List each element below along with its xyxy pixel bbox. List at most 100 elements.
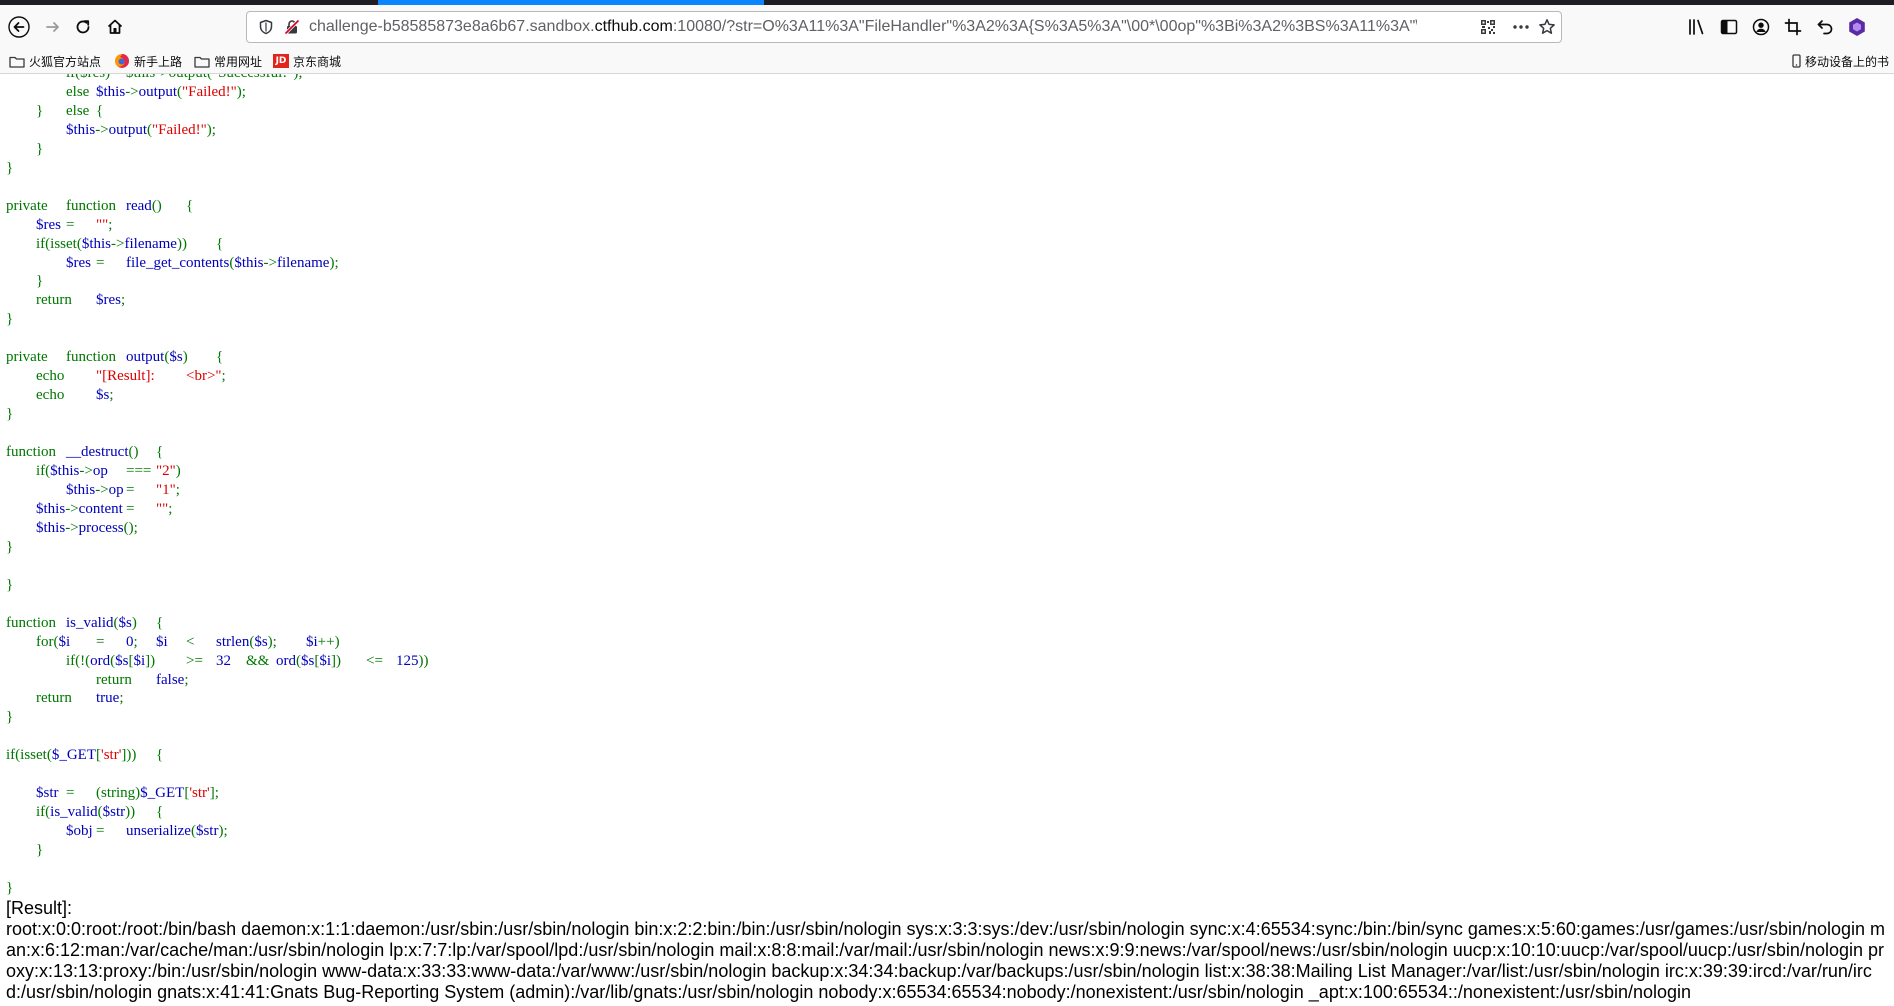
code-line: function __destruct() { — [6, 444, 163, 460]
code-token: "Failed!" — [182, 83, 237, 100]
code-token: is_valid — [50, 804, 98, 821]
code-token: )) { — [176, 235, 224, 252]
insecure-lock-icon[interactable] — [281, 12, 303, 42]
code-line: return $res; — [6, 292, 125, 308]
shield-icon[interactable] — [255, 12, 277, 42]
back-icon — [8, 16, 30, 38]
code-line: return true; — [6, 690, 124, 706]
code-token: ) { — [131, 614, 164, 631]
code-token: $str — [36, 785, 59, 802]
code-token: file_get_contents — [126, 254, 230, 271]
back-button[interactable] — [2, 10, 36, 44]
code-token: "1" — [156, 481, 176, 498]
bookmark-jd-mall[interactable]: JD 京东商城 — [273, 49, 341, 73]
result-heading: [Result]: — [6, 898, 73, 918]
code-token: echo — [6, 387, 96, 404]
code-token: $this — [36, 519, 66, 536]
code-token: -> — [65, 519, 79, 536]
code-token: () { — [128, 444, 164, 461]
code-token: ; — [108, 216, 113, 233]
extension-icon — [1847, 17, 1867, 37]
code-token: __destruct — [66, 444, 129, 461]
code-token: "[Result]: <br>" — [96, 368, 222, 385]
code-token: $s — [301, 652, 315, 669]
code-token: output — [126, 349, 165, 366]
code-token: private function — [6, 197, 126, 214]
code-token: ]; — [209, 785, 219, 802]
code-token: for( — [6, 633, 59, 650]
code-token: -> — [111, 235, 125, 252]
code-token: } — [6, 709, 14, 726]
code-token: ]) >= — [145, 652, 216, 669]
code-line: echo "[Result]: <br>"; — [6, 368, 226, 384]
code-token: $obj — [66, 823, 93, 840]
code-line: $this->op = "1"; — [6, 482, 180, 498]
code-token: $this — [96, 83, 126, 100]
code-line: } — [6, 273, 43, 289]
code-token: ); — [236, 83, 246, 100]
code-token: ); — [206, 121, 216, 138]
undo-button[interactable] — [1808, 10, 1842, 44]
bookmark-firefox-official[interactable]: 火狐官方站点 — [9, 49, 101, 73]
account-button[interactable] — [1744, 10, 1778, 44]
code-token: -> — [263, 254, 277, 271]
code-token: ord — [90, 652, 111, 669]
code-line: } — [6, 709, 13, 725]
code-line: } else { — [6, 103, 103, 119]
url-path: :10080/?str=O%3A11%3A"FileHandler"%3A2%3… — [672, 18, 1417, 35]
code-line: echo $s; — [6, 387, 114, 403]
reload-icon — [74, 18, 92, 36]
screenshot-button[interactable] — [1776, 10, 1810, 44]
url-domain: ctfhub.com — [594, 18, 673, 35]
url-text[interactable]: challenge-b58585873e8a6b67.sandbox.ctfhu… — [309, 12, 1417, 42]
php-source-code: if($res) $this->output("Successful!"); e… — [6, 74, 429, 898]
code-token: read — [126, 197, 152, 214]
code-token: "Failed!" — [152, 121, 207, 138]
code-token: = — [91, 254, 126, 271]
library-button[interactable] — [1680, 10, 1714, 44]
mobile-bookmarks[interactable]: 移动设备上的书 — [1792, 49, 1889, 73]
code-token: 32 — [216, 652, 231, 669]
more-icon[interactable] — [1509, 12, 1533, 42]
code-token: $this — [50, 463, 80, 480]
code-token: ; — [133, 633, 156, 650]
bookmark-common-sites[interactable]: 常用网址 — [194, 49, 262, 73]
code-token: private function — [6, 349, 126, 366]
code-line: if($res) $this->output("Successful!"); — [6, 74, 303, 81]
library-icon — [1687, 18, 1707, 36]
code-token: $this — [234, 254, 264, 271]
code-token: -> — [79, 463, 93, 480]
code-line: if(!(ord($s[$i]) >= 32 && ord($s[$i]) <=… — [6, 653, 429, 669]
qr-code-icon[interactable] — [1477, 12, 1499, 42]
extension-button[interactable] — [1840, 10, 1874, 44]
code-token: ; — [175, 481, 180, 498]
code-token: } — [6, 159, 14, 176]
code-token: && — [231, 652, 276, 669]
code-token: ); — [218, 823, 228, 840]
code-token: return — [6, 690, 96, 707]
code-token: )) — [418, 652, 429, 669]
code-token: ++) — [317, 633, 340, 650]
bookmark-getting-started[interactable]: 新手上路 — [114, 49, 182, 73]
code-token: } — [6, 538, 14, 555]
code-line: $obj = unserialize($str); — [6, 823, 228, 839]
code-token: $this — [36, 500, 66, 517]
reload-button[interactable] — [66, 10, 100, 44]
code-token: content — [78, 500, 123, 517]
code-line: $res = ""; — [6, 217, 112, 233]
code-token: ) — [175, 463, 181, 480]
code-token: } — [6, 576, 14, 593]
url-bar[interactable]: challenge-b58585873e8a6b67.sandbox.ctfhu… — [246, 11, 1562, 43]
code-token: $_GET — [140, 785, 185, 802]
star-icon[interactable] — [1535, 12, 1559, 42]
code-token: ; — [221, 368, 226, 385]
code-token: $str — [102, 804, 126, 821]
sidebar-button[interactable] — [1712, 10, 1746, 44]
code-token: $i — [58, 633, 71, 650]
home-button[interactable] — [98, 10, 132, 44]
code-line: } — [6, 842, 43, 858]
forward-button[interactable] — [36, 10, 70, 44]
